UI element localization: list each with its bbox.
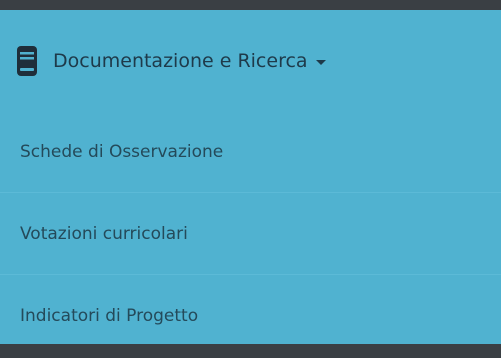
menu-item-votazioni-curricolari[interactable]: Votazioni curricolari (0, 192, 501, 274)
window-frame: Documentazione e Ricerca Schede di Osser… (0, 0, 501, 358)
menu-item-label: Votazioni curricolari (20, 223, 188, 244)
menu-item-label: Indicatori di Progetto (20, 305, 199, 326)
menu-item-label: Schede di Osservazione (20, 142, 224, 162)
menu-item-schede-osservazione[interactable]: Schede di Osservazione (0, 112, 501, 192)
menu-header-label: Documentazione e Ricerca (53, 50, 308, 72)
caret-down-icon (315, 60, 326, 65)
submenu-list: Schede di Osservazione Votazioni currico… (0, 112, 501, 356)
dropdown-menu: Documentazione e Ricerca Schede di Osser… (0, 10, 501, 344)
menu-item-indicatori-progetto[interactable]: Indicatori di Progetto (0, 274, 501, 356)
book-icon (16, 44, 38, 78)
menu-header-documentazione-ricerca[interactable]: Documentazione e Ricerca (0, 10, 501, 112)
